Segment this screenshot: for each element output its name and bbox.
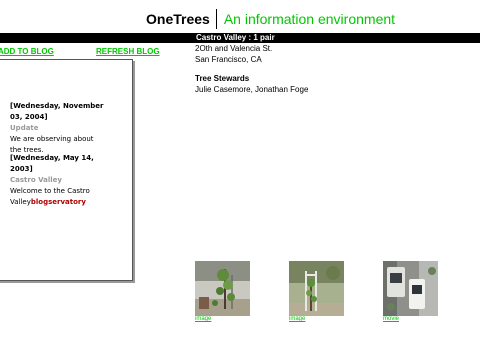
movie-thumbnail[interactable] (383, 261, 438, 316)
entry-category: Castro Valley (10, 176, 62, 184)
stewards-names: Julie Casemore, Jonathan Foge (195, 85, 309, 94)
blog-entry: [Wednesday, November 03, 2004] Update We… (10, 101, 122, 156)
address-line-1: 2Oth and Valencia St. (195, 44, 273, 53)
tree-photo-thumbnail[interactable] (195, 261, 250, 316)
entry-body: Welcome to the Castro Valleyblogservator… (10, 187, 90, 206)
brand-name: OneTrees (146, 9, 217, 29)
tree-photo-thumbnail[interactable] (289, 261, 344, 316)
address-line-2: San Francisco, CA (195, 55, 262, 64)
stewards-label: Tree Stewards (195, 74, 250, 83)
add-to-blog-link[interactable]: ADD TO BLOG (0, 47, 54, 56)
entry-category: Update (10, 124, 39, 132)
entry-date: [Wednesday, May 14, 2003] (10, 154, 94, 173)
blog-panel: [Wednesday, November 03, 2004] Update We… (0, 59, 133, 281)
site-header: OneTrees An information environment (146, 8, 395, 30)
image-link[interactable]: image (195, 316, 211, 322)
brand-tagline: An information environment (223, 11, 396, 27)
blog-entry: [Wednesday, May 14, 2003] Castro Valley … (10, 153, 122, 208)
blogservatory-link[interactable]: blogservatory (31, 198, 86, 206)
refresh-blog-link[interactable]: REFRESH BLOG (96, 47, 160, 56)
entry-date: [Wednesday, November 03, 2004] (10, 102, 104, 121)
image-link[interactable]: image (289, 316, 305, 322)
movie-link[interactable]: movie (383, 316, 399, 322)
site-title: Castro Valley : 1 pair (196, 33, 275, 42)
